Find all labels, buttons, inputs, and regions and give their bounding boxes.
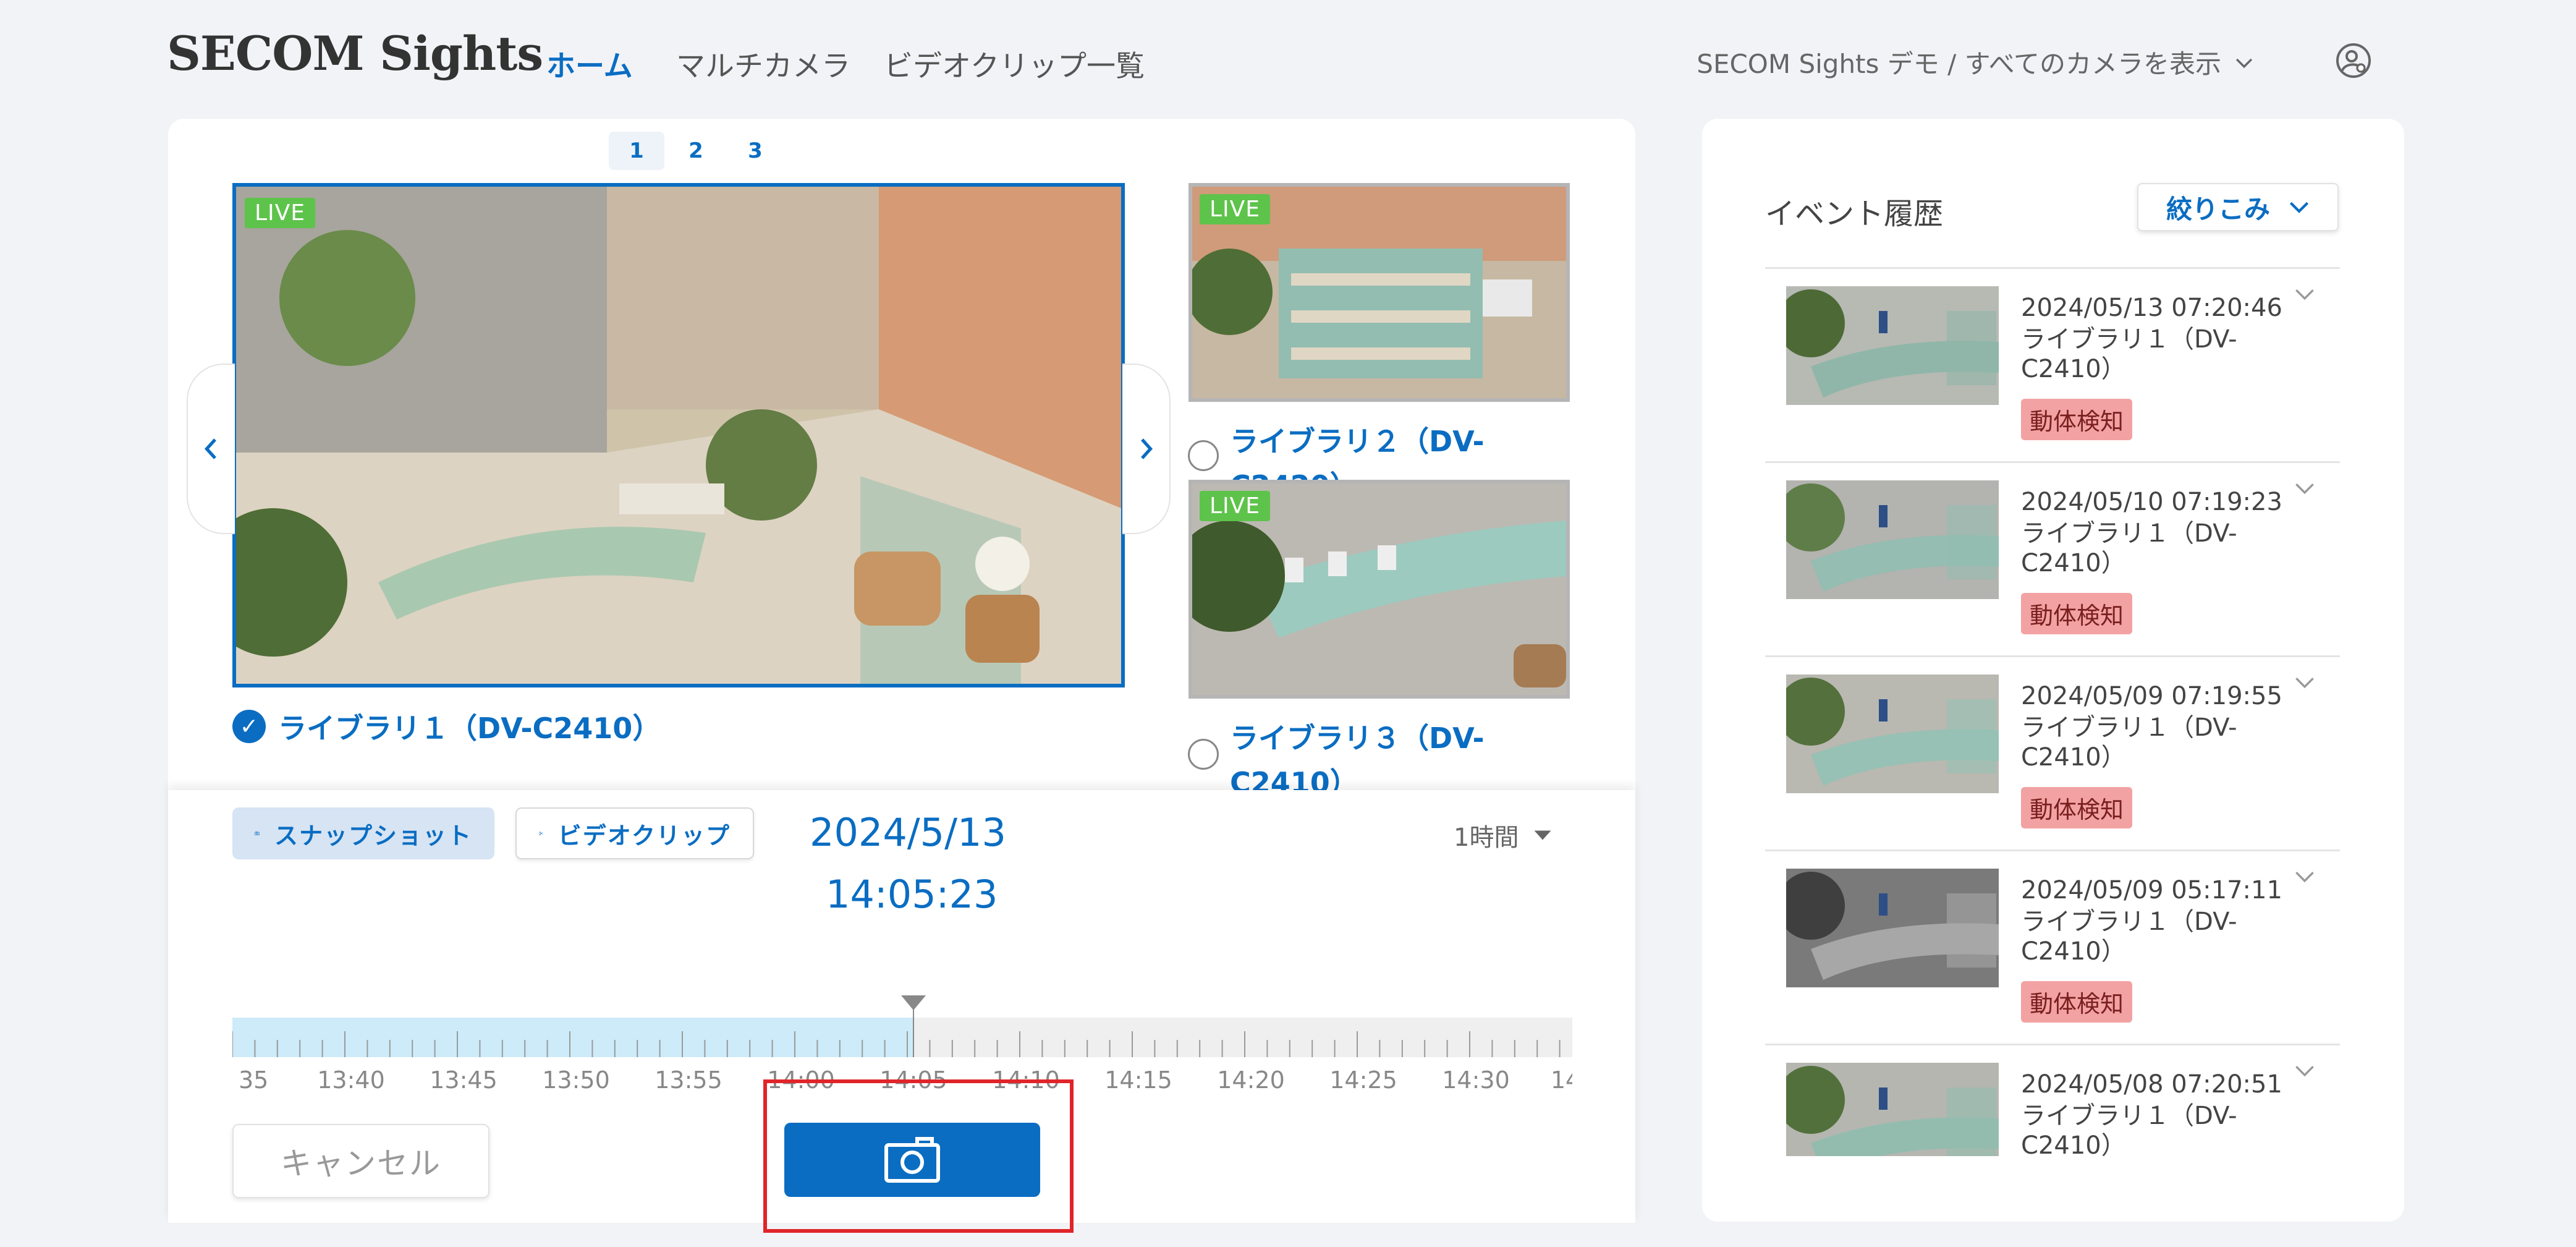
event-datetime: 2024/05/09 07:19:55 bbox=[2021, 682, 2282, 710]
filter-button[interactable]: 絞りこみ bbox=[2137, 183, 2339, 231]
time-range-selector[interactable]: 1時間 bbox=[1454, 817, 1552, 853]
account-label: SECOM Sights デモ / すべてのカメラを表示 bbox=[1697, 49, 2221, 79]
camera-feed-image bbox=[236, 187, 1121, 684]
event-thumbnail-image bbox=[1786, 480, 1999, 599]
page-1-button[interactable]: 1 bbox=[609, 132, 664, 170]
live-badge: LIVE bbox=[245, 198, 316, 228]
videoclip-button[interactable]: ビデオクリップ bbox=[515, 807, 754, 859]
chevron-down-icon[interactable] bbox=[2294, 482, 2315, 495]
camera-thumbnail-3[interactable]: LIVE bbox=[1188, 480, 1570, 699]
camera-2-label[interactable]: ライブラリ２（DV-C2420） bbox=[1230, 419, 1576, 487]
cancel-button[interactable]: キャンセル bbox=[232, 1124, 489, 1198]
snapshot-button[interactable]: スナップショット bbox=[232, 807, 494, 859]
page-2-button[interactable]: 2 bbox=[668, 132, 724, 170]
camera-icon bbox=[255, 832, 260, 835]
caret-down-icon bbox=[1534, 830, 1551, 840]
main-camera-label[interactable]: ✓ ライブラリ１（DV-C2410） bbox=[232, 706, 661, 747]
timeline-tick-label: 14:25 bbox=[1329, 1066, 1397, 1094]
app-logo: SECOM Sights bbox=[167, 26, 543, 81]
next-camera-button[interactable] bbox=[1122, 364, 1171, 534]
event-thumbnail[interactable] bbox=[1786, 869, 1999, 987]
nav-video-clips[interactable]: ビデオクリップ一覧 bbox=[884, 42, 1145, 85]
event-datetime: 2024/05/13 07:20:46 bbox=[2021, 294, 2282, 322]
event-datetime: 2024/05/08 07:20:51 bbox=[2021, 1070, 2282, 1099]
timeline-tick-label: 35 bbox=[239, 1066, 268, 1094]
timeline-played-region bbox=[232, 1018, 913, 1057]
event-camera-name: ライブラリ１（DV-C2410） bbox=[2021, 1102, 2237, 1156]
timeline-tick-label: 13:50 bbox=[542, 1066, 610, 1094]
highlight-box bbox=[763, 1079, 1074, 1233]
camera-3-radio[interactable] bbox=[1188, 739, 1219, 770]
chevron-right-icon bbox=[1141, 438, 1153, 459]
event-datetime: 2024/05/10 07:19:23 bbox=[2021, 488, 2282, 516]
live-badge: LIVE bbox=[1200, 194, 1271, 224]
timeline-tick-label: 14:20 bbox=[1217, 1066, 1285, 1094]
videoclip-label: ビデオクリップ bbox=[557, 822, 731, 849]
nav-multi-camera[interactable]: マルチカメラ bbox=[676, 42, 850, 85]
event-item[interactable]: 2024/05/13 07:20:46 ライブラリ１（DV-C2410） 動体検知 bbox=[1765, 267, 2340, 461]
timeline-tick-label: 13:40 bbox=[317, 1066, 385, 1094]
account-selector[interactable]: SECOM Sights デモ / すべてのカメラを表示 bbox=[1697, 43, 2255, 81]
event-thumbnail[interactable] bbox=[1786, 1063, 1999, 1156]
timeline-tick-label: 14:15 bbox=[1104, 1066, 1172, 1094]
event-item[interactable]: 2024/05/10 07:19:23 ライブラリ１（DV-C2410） 動体検知 bbox=[1765, 461, 2340, 655]
timeline-tick-label: 14: bbox=[1551, 1066, 1572, 1094]
event-item[interactable]: 2024/05/08 07:20:51ライブラリ１（DV-C2410）動体検知 bbox=[1765, 1044, 2340, 1156]
live-badge: LIVE bbox=[1200, 491, 1271, 521]
chevron-down-icon[interactable] bbox=[2294, 870, 2315, 883]
chevron-left-icon bbox=[204, 438, 216, 459]
event-thumbnail[interactable] bbox=[1786, 286, 1999, 405]
filter-label: 絞りこみ bbox=[2166, 194, 2270, 224]
chevron-down-icon[interactable] bbox=[2294, 676, 2315, 689]
event-type-badge: 動体検知 bbox=[2021, 981, 2133, 1023]
event-camera-name: ライブラリ１（DV-C2410） bbox=[2021, 713, 2237, 772]
checkmark-icon[interactable]: ✓ bbox=[232, 710, 266, 743]
event-type-badge: 動体検知 bbox=[2021, 399, 2133, 440]
prev-camera-button[interactable] bbox=[187, 364, 235, 534]
playback-date: 2024/5/13 bbox=[810, 810, 1006, 855]
chevron-down-icon bbox=[2235, 58, 2253, 68]
camera-thumbnail-2[interactable]: LIVE bbox=[1188, 183, 1570, 402]
page-3-button[interactable]: 3 bbox=[727, 132, 783, 170]
user-settings-icon[interactable] bbox=[2335, 42, 2372, 79]
playhead-icon[interactable] bbox=[901, 995, 926, 1010]
nav-home[interactable]: ホーム bbox=[546, 42, 633, 85]
event-thumbnail-image bbox=[1786, 1063, 1999, 1156]
event-datetime: 2024/05/09 05:17:11 bbox=[2021, 876, 2282, 904]
event-item[interactable]: 2024/05/09 07:19:55 ライブラリ１（DV-C2410） 動体検知 bbox=[1765, 655, 2340, 849]
event-type-badge: 動体検知 bbox=[2021, 787, 2133, 828]
timeline-tick-label: 14:30 bbox=[1442, 1066, 1510, 1094]
event-camera-name: ライブラリ１（DV-C2410） bbox=[2021, 908, 2237, 966]
event-thumbnail[interactable] bbox=[1786, 480, 1999, 599]
event-camera-name: ライブラリ１（DV-C2410） bbox=[2021, 325, 2237, 383]
main-camera-view[interactable]: LIVE bbox=[232, 183, 1125, 687]
timeline-tick-label: 13:45 bbox=[430, 1066, 498, 1094]
time-range-label: 1時間 bbox=[1454, 824, 1519, 852]
event-thumbnail-image bbox=[1786, 675, 1999, 793]
event-thumbnail-image bbox=[1786, 869, 1999, 987]
event-history-title: イベント履歴 bbox=[1765, 197, 1944, 231]
event-type-badge: 動体検知 bbox=[2021, 593, 2133, 634]
chevron-down-icon[interactable] bbox=[2294, 287, 2315, 301]
playback-time: 14:05:23 bbox=[826, 872, 998, 917]
scissors-icon bbox=[539, 832, 543, 835]
chevron-down-icon bbox=[2289, 202, 2309, 213]
event-thumbnail-image bbox=[1786, 286, 1999, 405]
camera-2-radio[interactable] bbox=[1188, 440, 1219, 471]
camera-pagination: 1 2 3 bbox=[609, 132, 783, 170]
camera-name: ライブラリ１（DV-C2410） bbox=[278, 712, 661, 745]
event-thumbnail[interactable] bbox=[1786, 675, 1999, 793]
event-camera-name: ライブラリ１（DV-C2410） bbox=[2021, 519, 2237, 577]
snapshot-label: スナップショット bbox=[274, 822, 472, 849]
event-item[interactable]: 2024/05/09 05:17:11 ライブラリ１（DV-C2410） 動体検知 bbox=[1765, 849, 2340, 1044]
event-list: 2024/05/13 07:20:46 ライブラリ１（DV-C2410） 動体検知 2… bbox=[1765, 267, 2340, 1156]
chevron-down-icon[interactable] bbox=[2294, 1064, 2315, 1078]
timeline-tick-label: 13:55 bbox=[655, 1066, 722, 1094]
